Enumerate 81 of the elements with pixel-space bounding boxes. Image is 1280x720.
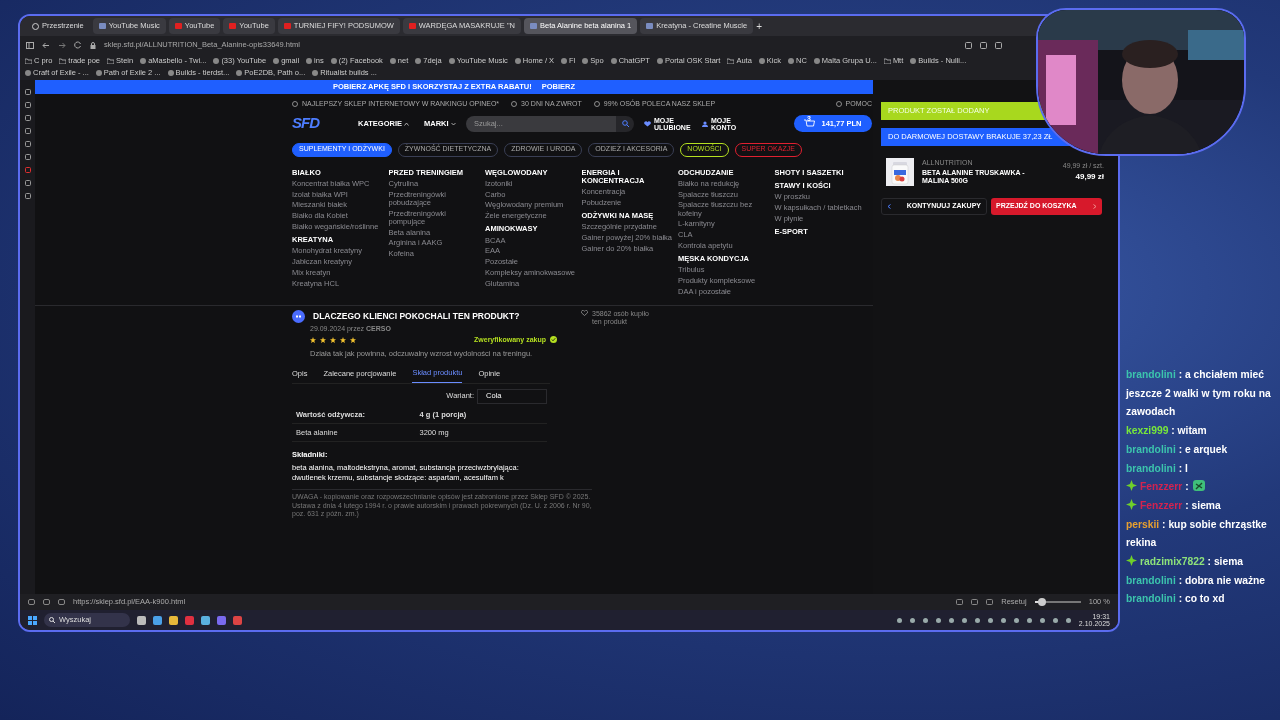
folder-icon [25, 57, 32, 64]
search-icon [621, 120, 629, 127]
tab-favicon [646, 23, 654, 29]
site-icon [610, 57, 617, 64]
review-heading: DLACZEGO KLIENCI POKOCHALI TEN PRODUKT? [313, 310, 520, 323]
chevron-icon [450, 121, 456, 126]
tray-icon[interactable] [1039, 617, 1045, 623]
tray-icon[interactable] [935, 617, 941, 623]
tab-favicon [408, 23, 416, 29]
chat-message: brandolini : dobra nie ważne [1126, 573, 1267, 588]
forward-icon[interactable] [58, 41, 66, 49]
star-icon [330, 336, 336, 343]
chat-message: Fenzzerr : siema [1126, 496, 1278, 516]
star-icon [350, 336, 356, 343]
tray-icon[interactable] [987, 617, 993, 623]
chat-message: brandolini : co to xd [1126, 592, 1226, 607]
tab-favicon [174, 23, 182, 29]
chat-message: radzimix7822 : siema [1126, 553, 1278, 572]
new-tab-button[interactable]: + [756, 18, 762, 34]
site-icon [25, 69, 31, 76]
quote-icon [292, 310, 305, 323]
tray-icon[interactable] [1052, 617, 1058, 623]
folder-icon [107, 57, 115, 64]
star-icon [310, 336, 316, 343]
tray-icon[interactable] [922, 617, 928, 623]
tab-favicon [98, 23, 106, 29]
tray-icon[interactable] [1026, 617, 1032, 623]
tray-icon[interactable] [1000, 617, 1006, 623]
site-icon [273, 57, 280, 64]
chat-message: brandolini : l [1126, 461, 1189, 476]
site-icon [330, 57, 337, 64]
tray-icon[interactable] [974, 617, 980, 623]
tray-icon[interactable] [1013, 617, 1019, 623]
chat-message: kexzi999 : witam [1126, 424, 1208, 439]
site-icon [656, 57, 663, 64]
tray-icon[interactable] [896, 617, 902, 623]
site-icon [448, 57, 455, 64]
star-icon [320, 336, 326, 343]
cart-icon [804, 119, 816, 128]
tab-favicon [229, 23, 237, 29]
chevron-icon [404, 121, 410, 126]
chevron-left-icon [887, 204, 891, 209]
tray-icon[interactable] [1065, 617, 1071, 623]
tray-icon[interactable] [909, 617, 915, 623]
site-icon [389, 57, 396, 64]
site-icon [213, 57, 220, 64]
chat-message: brandolini : e arquek [1126, 442, 1229, 457]
search-button[interactable] [616, 115, 634, 132]
emote-icon [1191, 478, 1206, 493]
site-icon [167, 69, 174, 76]
site-icon [415, 57, 422, 64]
site-icon [561, 57, 568, 64]
product-price: 49,99 zł [1074, 171, 1104, 184]
site-icon [514, 57, 521, 64]
chat-message: Fenzzerr : [1126, 478, 1278, 497]
windows-start-icon[interactable] [28, 615, 37, 625]
site-icon [788, 57, 794, 64]
site-icon [813, 57, 820, 64]
site-icon [582, 57, 589, 64]
folder-icon [59, 57, 67, 64]
back-icon[interactable] [42, 41, 50, 49]
site-icon [236, 69, 243, 76]
site-logo[interactable]: SFD [292, 112, 358, 135]
tab-favicon [529, 23, 537, 29]
site-icon [758, 57, 765, 64]
user-icon [702, 120, 708, 127]
site-icon [140, 57, 147, 64]
folder-icon [727, 57, 735, 64]
folder-icon [883, 57, 891, 64]
site-icon [95, 69, 102, 76]
search-icon [49, 617, 55, 623]
sidebar-toggle-icon[interactable] [26, 41, 34, 49]
reload-icon[interactable] [74, 41, 82, 49]
chevron-right-icon [1093, 204, 1097, 209]
site-icon [910, 57, 917, 64]
check-icon [550, 336, 557, 344]
lock-icon [90, 41, 96, 49]
star-icon [340, 336, 346, 343]
tray-icon[interactable] [948, 617, 954, 623]
tray-icon[interactable] [961, 617, 967, 623]
tab-favicon [283, 23, 291, 29]
